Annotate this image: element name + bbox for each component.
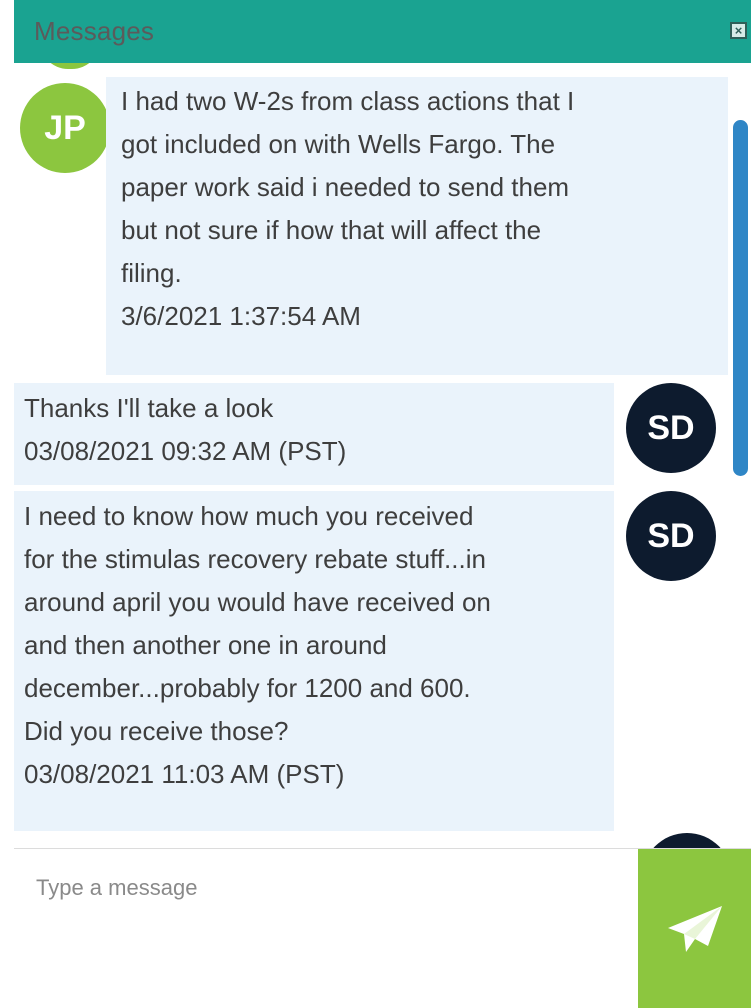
avatar: SD: [626, 491, 716, 581]
paper-plane-icon: [667, 905, 722, 952]
message-line: got included on with Wells Fargo. The: [121, 129, 556, 159]
scrollbar[interactable]: [733, 120, 748, 476]
message-text: I need to know how much you received for…: [24, 495, 614, 796]
message-input[interactable]: [14, 849, 638, 1007]
avatar-initials: JP: [44, 108, 86, 147]
message-line: paper work said i needed to send them: [121, 172, 570, 202]
message-line: around april you would have received on: [24, 587, 491, 617]
message-line: december...probably for 1200 and 600.: [24, 673, 471, 703]
message-bubble: I had two W-2s from class actions that I…: [106, 77, 728, 375]
avatar: [40, 63, 100, 69]
message-line: Did you receive those?: [24, 716, 289, 746]
avatar: [642, 833, 732, 848]
message-line: I need to know how much you received: [24, 501, 474, 531]
close-icon[interactable]: ×: [730, 22, 747, 39]
avatar: JP: [20, 83, 110, 173]
message-timestamp: 3/6/2021 1:37:54 AM: [121, 301, 361, 331]
message-bubble: Thanks I'll take a look 03/08/2021 09:32…: [14, 383, 614, 485]
message-list[interactable]: JP I had two W-2s from class actions tha…: [14, 63, 751, 848]
message-timestamp: 03/08/2021 11:03 AM (PST): [24, 759, 345, 789]
message-text: I had two W-2s from class actions that I…: [121, 80, 721, 338]
avatar-initials: SD: [647, 516, 695, 555]
message-line: filing.: [121, 258, 182, 288]
message-line: Thanks I'll take a look: [24, 393, 274, 423]
window-title: Messages: [34, 16, 155, 46]
message-line: for the stimulas recovery rebate stuff..…: [24, 544, 486, 574]
message-line: I had two W-2s from class actions that I: [121, 86, 575, 116]
close-glyph: ×: [734, 23, 743, 38]
message-text: Thanks I'll take a look 03/08/2021 09:32…: [24, 387, 614, 473]
message-bubble: I need to know how much you received for…: [14, 491, 614, 831]
message-line: and then another one in around: [24, 630, 387, 660]
message-composer: [14, 848, 751, 1008]
avatar: SD: [626, 383, 716, 473]
message-line: but not sure if how that will affect the: [121, 215, 542, 245]
message-timestamp: 03/08/2021 09:32 AM (PST): [24, 436, 347, 466]
send-button[interactable]: [638, 849, 751, 1008]
messages-header: Messages ×: [14, 0, 751, 63]
avatar-initials: SD: [647, 408, 695, 447]
